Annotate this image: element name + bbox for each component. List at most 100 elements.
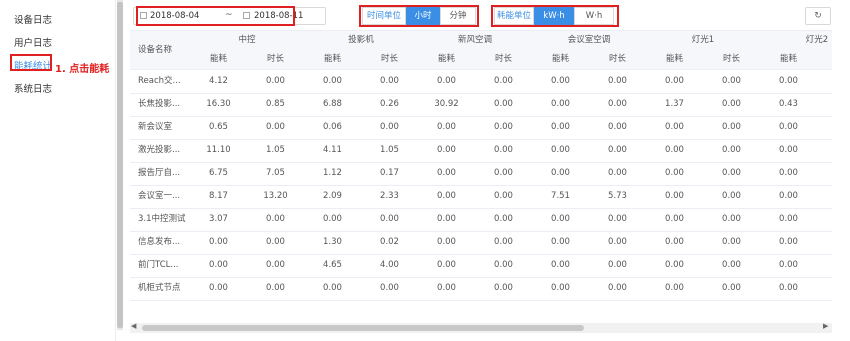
table-cell: 0.00 [266,214,285,224]
table-cell: 0.00 [608,237,627,247]
column-subheader: 能耗 [323,54,341,64]
table-cell: 0.00 [779,214,798,224]
table-cell: 0.00 [722,145,741,155]
table-cell: 0.00 [722,122,741,132]
table-cell: 0.00 [209,237,228,247]
table-cell: 0.00 [266,122,285,132]
table-row[interactable]: 会议室一... 8.17 13.20 2.09 2.33 0.00 0.00 7.51 5.73… [130,185,832,209]
column-subheader: 时长 [494,54,512,64]
table-cell: 0.00 [608,145,627,155]
sidebar-item-user-log[interactable]: 用户日志 [14,35,52,49]
table-cell: 0.00 [266,283,285,293]
table-cell: 0.00 [380,76,399,86]
table-cell: 0.00 [665,237,684,247]
table-cell: 0.00 [665,145,684,155]
table-cell: 16.30 [206,99,231,109]
sidebar-item-system-log[interactable]: 系统日志 [14,81,52,95]
table-cell: 3.07 [209,214,228,224]
table-cell: 0.00 [551,122,570,132]
table-cell: 0.00 [722,76,741,86]
column-group-header: 灯光2 [805,35,829,45]
table-cell: 0.00 [437,168,456,178]
table-cell: 0.00 [437,260,456,270]
table-cell: 0.00 [817,185,832,208]
table-cell: 0.00 [608,283,627,293]
table-cell: 0.00 [494,237,513,247]
table-cell: 0.00 [323,283,342,293]
annotation-step-1: 1. 点击能耗 [55,64,110,75]
table-cell: 0.00 [722,214,741,224]
sidebar: 设备日志 用户日志 能耗统计 系统日志 [0,0,116,341]
table-row[interactable]: Reach交... 4.12 0.00 0.00 0.00 0.00 0.00 0.00 0.0… [130,70,832,94]
table-cell: 0.00 [608,260,627,270]
table-cell: 0.00 [551,237,570,247]
highlight-box-energy-unit [491,5,619,27]
highlight-box-time-unit [359,5,479,27]
device-name-cell: 前门TCL... [138,260,179,270]
device-name-cell: 激光投影... [138,145,181,155]
table-cell: 0.00 [817,254,832,277]
table-cell: 0.00 [817,277,832,300]
horizontal-scrollbar-thumb[interactable] [142,325,584,331]
table-cell: 0.00 [551,283,570,293]
table-cell: 0.00 [266,76,285,86]
column-subheader: 时长 [380,54,398,64]
table-row[interactable]: 信息发布... 0.00 0.00 1.30 0.02 0.00 0.00 0.00 0.00 0… [130,231,832,255]
column-subheader: 能耗 [551,54,569,64]
table-cell: 5.73 [608,191,627,201]
table-cell: 0.00 [817,139,832,162]
table-row[interactable]: 前门TCL... 0.00 0.00 4.65 4.00 0.00 0.00 0.00 0.00… [130,254,832,278]
column-subheader: 能耗 [779,54,797,64]
table-cell: 0.06 [323,122,342,132]
table-cell: 0.00 [437,237,456,247]
column-group-header: 灯光1 [691,35,715,45]
refresh-button[interactable]: ↻ [805,7,831,25]
table-row[interactable]: 长焦投影... 16.30 0.85 6.88 0.26 30.92 0.00 0.00 0.0… [130,93,832,117]
table-cell: 0.00 [323,76,342,86]
table-cell: 0.00 [779,237,798,247]
table-cell: 0.00 [608,99,627,109]
table-cell: 1.05 [380,145,399,155]
table-cell: 0.00 [665,214,684,224]
sidebar-item-device-log[interactable]: 设备日志 [14,12,52,26]
table-cell: 0.00 [779,76,798,86]
table-cell: 0.00 [494,145,513,155]
table-cell: 0.00 [551,145,570,155]
table-cell: 0.00 [722,283,741,293]
table-row[interactable]: 新会议室 0.65 0.00 0.06 0.00 0.00 0.00 0.00 0.00 0.00… [130,116,832,140]
table-cell: 0.00 [437,214,456,224]
table-cell: 0.00 [437,191,456,201]
table-cell: 0.00 [817,70,832,93]
table-cell: 0.00 [817,208,832,231]
table-cell: 0.85 [266,99,285,109]
table-cell: 0.26 [380,99,399,109]
table-row[interactable]: 机柜式节点 0.00 0.00 0.00 0.00 0.00 0.00 0.00 0.00 0.0… [130,277,832,301]
column-header-device-name: 设备名称 [138,45,173,55]
table-cell: 0.00 [665,260,684,270]
column-subheader: 能耗 [665,54,683,64]
vertical-scrollbar-thumb[interactable] [117,2,123,328]
table-cell: 0.00 [817,162,832,185]
table-cell: 0.00 [817,231,832,254]
table-row[interactable]: 激光投影... 11.10 1.05 4.11 1.05 0.00 0.00 0.00 0.00… [130,139,832,163]
table-cell: 0.00 [437,283,456,293]
table-cell: 0.00 [817,93,832,116]
table-cell: 4.65 [323,260,342,270]
table-cell: 6.75 [209,168,228,178]
table-row[interactable]: 报告厅自... 6.75 7.05 1.12 0.17 0.00 0.00 0.00 0.00 0… [130,162,832,186]
table-cell: 4.00 [380,260,399,270]
table-cell: 0.17 [380,168,399,178]
table-row[interactable]: 3.1中控测试 3.07 0.00 0.00 0.00 0.00 0.00 0.00 0.00 0… [130,208,832,232]
table-cell: 7.05 [266,168,285,178]
table-cell: 0.00 [779,191,798,201]
scroll-left-icon[interactable]: ◀ [131,322,136,330]
table-cell: 0.00 [266,237,285,247]
table-cell: 0.65 [209,122,228,132]
table-cell: 0.00 [551,99,570,109]
scroll-right-icon[interactable]: ▶ [823,322,828,330]
table-cell: 0.00 [437,76,456,86]
table-cell: 0.00 [722,191,741,201]
table-cell: 0.02 [380,237,399,247]
table-cell: 0.00 [551,76,570,86]
table-cell: 0.00 [779,145,798,155]
